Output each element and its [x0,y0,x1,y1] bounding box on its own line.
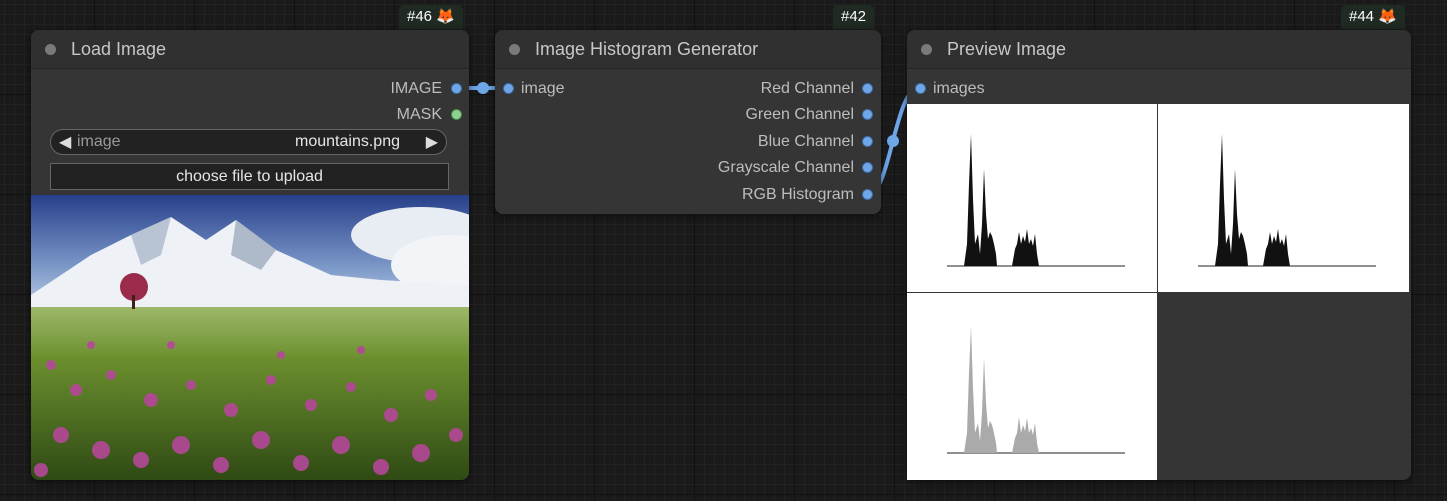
output-label-grayscale: Grayscale Channel [717,159,854,176]
preview-image-node[interactable]: Preview Image images [907,30,1411,480]
link-midpoint-2 [887,135,899,147]
output-label-blue: Blue Channel [757,133,854,150]
output-label-green: Green Channel [745,106,854,123]
output-slot-red[interactable] [863,84,872,93]
combo-value: mountains.png [295,133,400,150]
output-slot-green[interactable] [863,110,872,119]
image-preview [31,195,469,480]
output-label-red: Red Channel [760,80,854,97]
link-midpoint [477,82,489,94]
triangle-right-icon[interactable]: ▶ [426,132,438,152]
histogram-preview-3[interactable] [907,293,1157,480]
collapse-dot-icon[interactable] [509,44,520,55]
output-slot-blue[interactable] [863,137,872,146]
histogram-preview-1[interactable] [907,104,1157,292]
output-label-image: IMAGE [390,80,442,97]
input-slot-images[interactable] [916,84,925,93]
triangle-left-icon[interactable]: ◀ [59,132,71,152]
combo-name: image [77,133,121,150]
histogram-generator-node[interactable]: Image Histogram Generator image Red Chan… [495,30,881,214]
node-id-badge: #46 🦊 [399,5,463,29]
input-slot-image[interactable] [504,84,513,93]
node-title: Load Image [71,39,167,59]
collapse-dot-icon[interactable] [45,44,56,55]
node-header[interactable]: Load Image [31,30,469,69]
input-label-image: image [521,80,565,97]
fox-icon: 🦊 [436,8,455,25]
output-label-mask: MASK [396,106,442,123]
node-title: Image Histogram Generator [535,39,759,59]
histogram-preview-2[interactable] [1158,104,1409,292]
node-header[interactable]: Image Histogram Generator [495,30,881,69]
output-slot-rgb[interactable] [863,190,872,199]
node-header[interactable]: Preview Image [907,30,1411,69]
output-slot-grayscale[interactable] [863,163,872,172]
node-id-badge: #44 🦊 [1341,5,1405,29]
node-title: Preview Image [947,39,1067,59]
node-id-badge: #42 [833,5,875,29]
fox-icon: 🦊 [1378,8,1397,25]
upload-button[interactable]: choose file to upload [50,163,449,190]
output-label-rgb: RGB Histogram [741,186,854,203]
output-slot-mask[interactable] [452,110,461,119]
image-combo-widget[interactable]: ◀ image mountains.png ▶ [50,129,447,155]
output-slot-image[interactable] [452,84,461,93]
load-image-node[interactable]: Load Image IMAGE MASK ◀ image mountains.… [31,30,469,480]
input-label-images: images [933,80,985,97]
collapse-dot-icon[interactable] [921,44,932,55]
